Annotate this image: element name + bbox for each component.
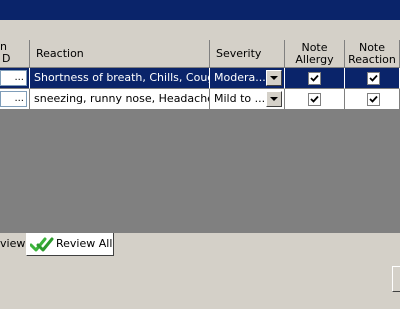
chevron-down-icon[interactable]: [266, 70, 282, 86]
severity-value: Mild to ...: [214, 92, 266, 105]
tab-review-label: view: [0, 237, 26, 250]
column-header-severity-label: Severity: [216, 47, 262, 60]
column-header-note-reaction[interactable]: Note Reaction: [345, 40, 400, 68]
note-allergy-cell: [285, 68, 345, 89]
note-reaction-checkbox[interactable]: [367, 93, 380, 106]
id-cell[interactable]: ...: [0, 68, 30, 89]
tab-review[interactable]: view: [0, 233, 26, 256]
tab-review-all[interactable]: Review All: [26, 233, 114, 256]
note-allergy-cell: [285, 89, 345, 110]
column-header-note-reaction-line2: Reaction: [348, 53, 396, 66]
severity-dropdown[interactable]: Modera...: [210, 68, 285, 89]
column-header-note-allergy[interactable]: Note Allergy: [285, 40, 345, 68]
reaction-cell[interactable]: sneezing, runny nose, Headache, ...: [30, 89, 210, 110]
column-header-id[interactable]: n D: [0, 40, 30, 68]
table-row[interactable]: ... Shortness of breath, Chills, Cough M…: [0, 68, 400, 89]
severity-value: Modera...: [214, 71, 266, 84]
column-header-reaction[interactable]: Reaction: [30, 40, 210, 68]
reaction-cell[interactable]: Shortness of breath, Chills, Cough: [30, 68, 210, 89]
id-field[interactable]: ...: [0, 70, 27, 86]
column-header-reaction-label: Reaction: [36, 47, 84, 60]
column-header-id-line2: D: [2, 52, 11, 65]
allergy-grid: n D Reaction Severity Note Allergy Note …: [0, 40, 400, 230]
note-allergy-checkbox[interactable]: [308, 93, 321, 106]
table-row[interactable]: ... sneezing, runny nose, Headache, ... …: [0, 89, 400, 110]
severity-dropdown[interactable]: Mild to ...: [210, 89, 285, 110]
bottom-button[interactable]: [392, 266, 400, 292]
tab-review-all-label: Review All: [56, 237, 113, 250]
id-cell[interactable]: ...: [0, 89, 30, 110]
id-field[interactable]: ...: [0, 91, 27, 107]
note-reaction-checkbox[interactable]: [367, 72, 380, 85]
note-reaction-cell: [345, 68, 400, 89]
column-header-note-allergy-line2: Allergy: [295, 53, 334, 66]
window-title-bar: [0, 0, 400, 20]
note-reaction-cell: [345, 89, 400, 110]
chevron-down-icon[interactable]: [266, 91, 282, 107]
double-check-icon: [29, 236, 54, 261]
note-allergy-checkbox[interactable]: [308, 72, 321, 85]
column-header-severity[interactable]: Severity: [210, 40, 285, 68]
